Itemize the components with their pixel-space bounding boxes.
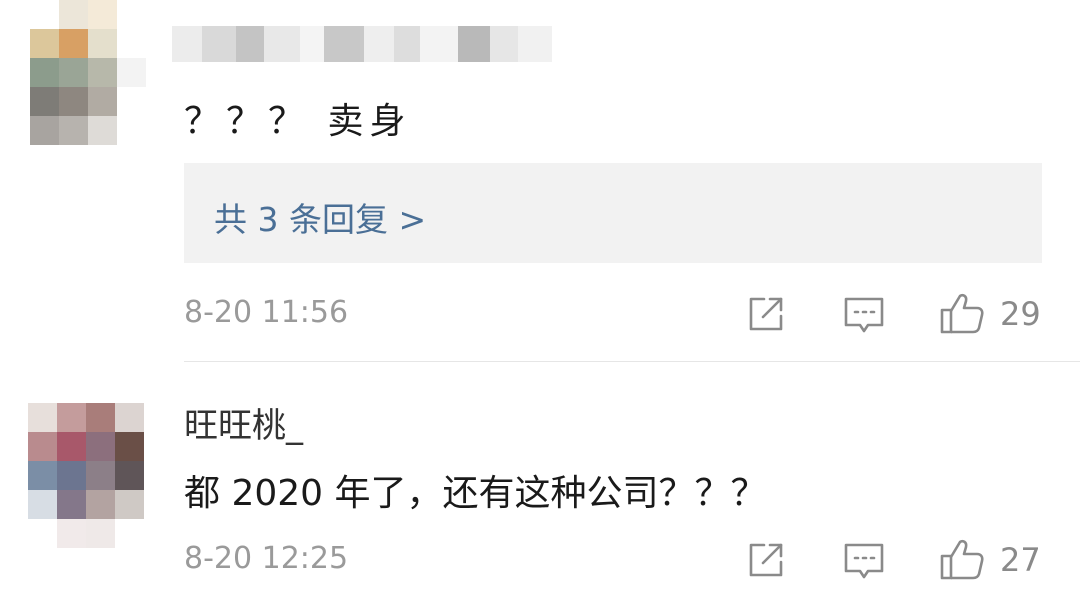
username[interactable]: 旺旺桃_ [184, 398, 303, 447]
avatar-mosaic-tile [57, 519, 86, 548]
comment-icon[interactable] [842, 293, 886, 337]
avatar-mosaic-tile [59, 116, 88, 145]
avatar-mosaic-tile [30, 0, 59, 29]
avatar-mosaic-tile [30, 29, 59, 58]
blurred-username[interactable] [172, 26, 552, 70]
avatar-mosaic-tile [28, 461, 57, 490]
avatar-mosaic-tile [57, 490, 86, 519]
avatar-mosaic-tile [59, 58, 88, 87]
avatar-mosaic-tile [28, 432, 57, 461]
comment-timestamp: 8-20 11:56 [184, 295, 349, 330]
blurred-name-tile [518, 26, 552, 62]
blurred-name-tile [364, 26, 394, 62]
comment-text: ？？？ 卖身 [184, 101, 412, 142]
avatar-mosaic-tile [115, 461, 144, 490]
blurred-name-tile [458, 26, 490, 62]
avatar-mosaic-tile [86, 490, 115, 519]
avatar-mosaic-tile [59, 0, 88, 29]
avatar-mosaic-tile [115, 432, 144, 461]
blurred-name-tile [202, 26, 236, 62]
avatar-mosaic-tile [88, 0, 117, 29]
avatar-mosaic-tile [117, 58, 146, 87]
avatar-mosaic-tile [28, 403, 57, 432]
avatar-mosaic-tile [86, 461, 115, 490]
avatar-mosaic-tile [88, 116, 117, 145]
user-avatar[interactable] [28, 403, 144, 548]
comment-timestamp: 8-20 12:25 [184, 541, 349, 576]
blurred-name-tile [172, 26, 202, 62]
avatar-mosaic-tile [59, 29, 88, 58]
avatar-mosaic-tile [115, 403, 144, 432]
avatar-mosaic-tile [30, 87, 59, 116]
avatar-mosaic-tile [86, 432, 115, 461]
blurred-name-tile [300, 26, 324, 62]
avatar-mosaic-tile [117, 116, 146, 145]
avatar-mosaic-tile [88, 87, 117, 116]
avatar-mosaic-tile [88, 58, 117, 87]
blurred-name-tile [394, 26, 420, 62]
like-icon[interactable] [939, 290, 985, 336]
blurred-name-tile [236, 26, 264, 62]
avatar-mosaic-tile [86, 403, 115, 432]
avatar-mosaic-tile [88, 29, 117, 58]
blurred-name-tile [420, 26, 458, 62]
replies-box[interactable]: 共 3 条回复 > [184, 163, 1042, 263]
view-replies-link[interactable]: 共 3 条回复 > [214, 193, 426, 241]
share-icon[interactable] [744, 292, 788, 336]
avatar-mosaic-tile [115, 519, 144, 548]
avatar-mosaic-tile [28, 490, 57, 519]
avatar-mosaic-tile [117, 87, 146, 116]
avatar-mosaic-tile [117, 29, 146, 58]
avatar-mosaic-tile [59, 87, 88, 116]
avatar-mosaic-tile [57, 432, 86, 461]
share-icon[interactable] [744, 538, 788, 582]
avatar-mosaic-tile [30, 116, 59, 145]
blurred-name-tile [264, 26, 300, 62]
divider [184, 361, 1080, 362]
avatar-mosaic-tile [28, 519, 57, 548]
avatar-mosaic-tile [117, 0, 146, 29]
avatar-mosaic-tile [115, 490, 144, 519]
blurred-name-tile [490, 26, 518, 62]
comment-icon[interactable] [842, 539, 886, 583]
comment-text: 都 2020 年了，还有这种公司？？？ [184, 473, 767, 514]
like-count: 29 [1000, 295, 1041, 333]
avatar-mosaic-tile [30, 58, 59, 87]
like-count: 27 [1000, 541, 1041, 579]
avatar-mosaic-tile [86, 519, 115, 548]
avatar-mosaic-tile [57, 461, 86, 490]
avatar-mosaic-tile [57, 403, 86, 432]
like-icon[interactable] [939, 536, 985, 582]
user-avatar[interactable] [30, 0, 146, 145]
blurred-name-tile [324, 26, 364, 62]
